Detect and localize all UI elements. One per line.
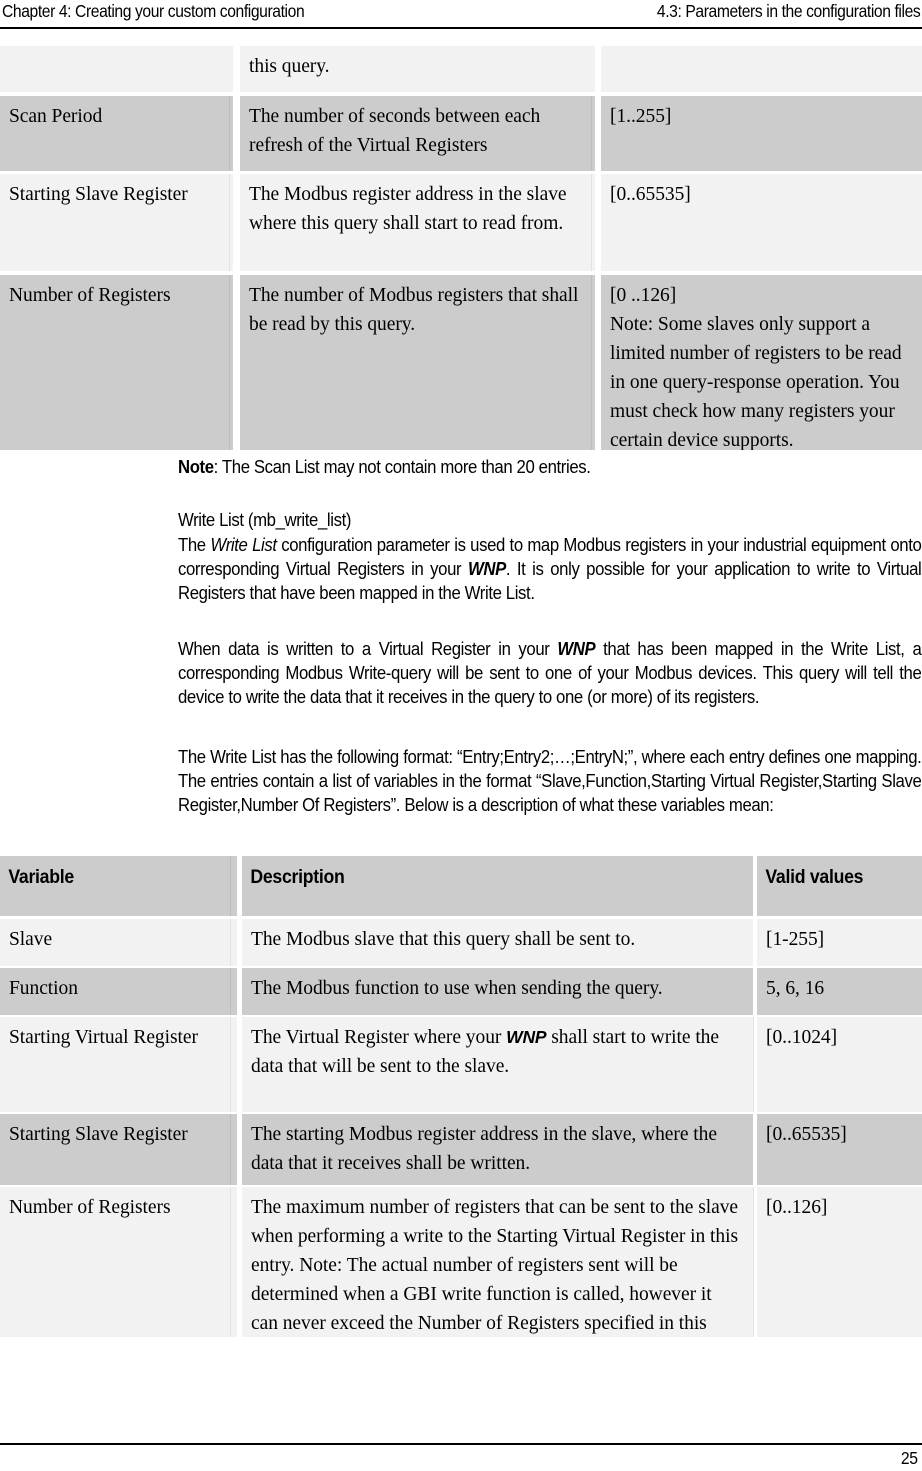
cell-text: 5, 6, 16 — [766, 978, 825, 999]
note-text: : The Scan List may not contain more tha… — [213, 456, 591, 477]
cell-text: The number of seconds between each refre… — [249, 106, 541, 156]
para-emphasis-wnp: WNP — [557, 638, 596, 659]
column-header-text: Description — [250, 867, 345, 888]
cell-text-variable: Function — [9, 978, 78, 999]
note-label: Note — [178, 456, 214, 477]
table-header-cell-description: Description — [242, 856, 753, 916]
cell-text: [0..65535] — [610, 184, 691, 205]
table-cell-description: The Virtual Register where your WNP shal… — [242, 1017, 753, 1112]
table-cell-valid-values: [1..255] — [601, 96, 922, 171]
table-cell-valid-values: [0..1024] — [757, 1017, 922, 1112]
column-inner-rule — [229, 275, 230, 450]
table-cell-description: The Modbus function to use when sending … — [242, 968, 753, 1015]
write-list-heading-block: Write List (mb_write_list) — [178, 508, 922, 532]
column-inner-rule — [591, 174, 592, 271]
cell-fragment: The Virtual Register where your — [251, 1027, 507, 1048]
cell-text: The Virtual Register where your WNP shal… — [242, 1017, 753, 1081]
table-row: Function — [0, 968, 237, 1015]
cell-text-variable: Scan Period — [9, 106, 103, 127]
column-inner-rule — [230, 856, 231, 916]
column-inner-rule — [230, 968, 231, 1015]
paragraph-text: The Write List configuration parameter i… — [178, 533, 922, 606]
cell-text: The Modbus register address in the slave… — [249, 184, 567, 234]
para-fragment: When data is written to a Virtual Regist… — [178, 638, 558, 659]
write-list-paragraph-3: The Write List has the following format:… — [178, 745, 922, 818]
write-list-paragraph-1: The Write List configuration parameter i… — [178, 533, 922, 606]
table-cell-valid-values — [601, 46, 922, 92]
table-row: Slave — [0, 919, 237, 966]
table-cell-valid-values: [0..126] — [757, 1187, 922, 1337]
column-inner-rule — [753, 1187, 754, 1337]
table-cell-description: The Modbus register address in the slave… — [240, 174, 595, 271]
page-number: 25 — [901, 1448, 918, 1468]
cell-text: [0..65535] — [766, 1124, 847, 1145]
para-italic-write-list: Write List — [210, 534, 277, 555]
table-cell-valid-values: 5, 6, 16 — [757, 968, 922, 1015]
column-inner-rule — [230, 1017, 231, 1112]
cell-text-variable: Number of Registers — [9, 285, 171, 306]
para-fragment: The — [178, 534, 211, 555]
table-cell-valid-values: [1-255] — [757, 919, 922, 966]
table-cell-description: The Modbus slave that this query shall b… — [242, 919, 753, 966]
cell-text: [0..1024] — [766, 1027, 838, 1048]
cell-text-variable: Slave — [9, 929, 53, 950]
table-cell-variable — [0, 46, 233, 92]
table-cell-valid-values: [0 ..126] Note: Some slaves only support… — [601, 275, 922, 450]
table-row: Scan Period — [0, 96, 233, 171]
cell-text: [1..255] — [610, 106, 672, 127]
column-header-text: Variable — [8, 867, 74, 888]
write-list-heading: Write List (mb_write_list) — [178, 509, 352, 530]
column-header-text: Valid values — [765, 867, 864, 888]
cell-text-variable: Starting Slave Register — [9, 1124, 188, 1145]
table-row: Number of Registers — [0, 1187, 237, 1337]
table-cell-description: this query. — [240, 46, 595, 92]
column-inner-rule — [753, 1017, 754, 1112]
header-section-title: 4.3: Parameters in the configuration fil… — [656, 1, 921, 21]
note-block: Note: The Scan List may not contain more… — [178, 455, 922, 479]
column-inner-rule — [591, 96, 592, 171]
table-row: Starting Slave Register — [0, 174, 233, 271]
header-divider-rule — [0, 27, 922, 29]
cell-text: [0..126] — [766, 1197, 828, 1218]
column-inner-rule — [229, 96, 230, 171]
table-cell-valid-values: [0..65535] — [601, 174, 922, 271]
table-header-cell-valid-values: Valid values — [757, 856, 922, 916]
cell-emphasis-wnp: WNP — [506, 1027, 547, 1047]
table-row: Number of Registers — [0, 275, 233, 450]
cell-text: [0 ..126] Note: Some slaves only support… — [610, 285, 902, 450]
cell-text-variable: Number of Registers — [9, 1197, 171, 1218]
column-inner-rule — [591, 275, 592, 450]
column-inner-rule — [230, 1187, 231, 1337]
paragraph-text: The Write List has the following format:… — [178, 746, 922, 816]
table-cell-description: The starting Modbus register address in … — [242, 1114, 753, 1185]
cell-text — [601, 46, 922, 52]
cell-text — [0, 46, 233, 52]
cell-text-variable: Starting Virtual Register — [9, 1027, 198, 1048]
cell-text: The starting Modbus register address in … — [251, 1124, 717, 1174]
cell-text: The Modbus slave that this query shall b… — [251, 929, 636, 950]
table-cell-description: The maximum number of registers that can… — [242, 1187, 753, 1337]
note-line: Note: The Scan List may not contain more… — [178, 455, 921, 479]
page-running-header: Chapter 4: Creating your custom configur… — [0, 0, 922, 27]
table-header-cell-variable: Variable — [0, 856, 237, 916]
para-emphasis-wnp: WNP — [467, 558, 506, 580]
table-row: Starting Virtual Register — [0, 1017, 237, 1112]
paragraph-text: When data is written to a Virtual Regist… — [178, 637, 922, 710]
cell-text: this query. — [249, 56, 330, 77]
table-cell-description: The number of Modbus registers that shal… — [240, 275, 595, 450]
column-inner-rule — [230, 1114, 231, 1185]
write-list-paragraph-2: When data is written to a Virtual Regist… — [178, 637, 922, 710]
column-inner-rule — [229, 174, 230, 271]
cell-text: The number of Modbus registers that shal… — [249, 285, 579, 335]
column-inner-rule — [230, 919, 231, 966]
table-cell-description: The number of seconds between each refre… — [240, 96, 595, 171]
table-row: Starting Slave Register — [0, 1114, 237, 1185]
table-cell-valid-values: [0..65535] — [757, 1114, 922, 1185]
cell-text: The maximum number of registers that can… — [251, 1197, 739, 1334]
cell-text: [1-255] — [766, 929, 825, 950]
cell-text: The Modbus function to use when sending … — [251, 978, 663, 999]
cell-text-variable: Starting Slave Register — [9, 184, 188, 205]
header-chapter-title: Chapter 4: Creating your custom configur… — [2, 1, 305, 21]
footer-divider-rule — [0, 1443, 922, 1445]
